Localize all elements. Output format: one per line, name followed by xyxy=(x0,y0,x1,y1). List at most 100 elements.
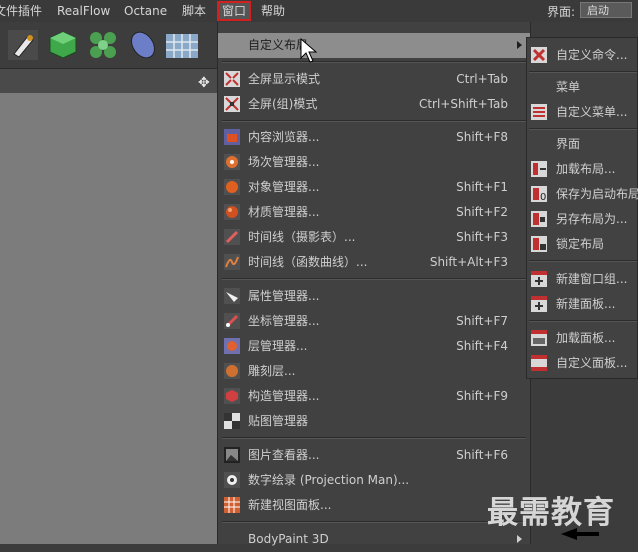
menu-item-label: 数字绘录 (Projection Man)... xyxy=(248,473,410,487)
shortcut-label: Shift+F4 xyxy=(456,339,508,353)
structure-manager-icon xyxy=(224,388,240,404)
viewport[interactable] xyxy=(0,93,218,544)
separator xyxy=(529,320,637,322)
menu-item-label: 属性管理器... xyxy=(248,289,320,303)
menu-item-attribute-manager[interactable]: 属性管理器... xyxy=(218,284,530,309)
shortcut-label: Shift+F7 xyxy=(456,314,508,328)
menu-item-label: 时间线（函数曲线）... xyxy=(248,255,368,269)
submenu-item-lock-layout[interactable]: 锁定布局 xyxy=(527,232,638,257)
menu-item-label: 层管理器... xyxy=(248,339,308,353)
menu-item-texture-manager[interactable]: 贴图管理器 xyxy=(218,409,530,434)
picture-viewer-icon xyxy=(224,447,240,463)
menu-item-label: 全屏(组)模式 xyxy=(248,97,318,111)
submenu-item-custom-panel[interactable]: 自定义面板... xyxy=(527,351,638,376)
menu-script[interactable]: 脚本 xyxy=(182,3,206,19)
projection-man-icon xyxy=(224,472,240,488)
svg-text:0: 0 xyxy=(540,192,546,202)
menu-item-structure-manager[interactable]: 构造管理器... Shift+F9 xyxy=(218,384,530,409)
submenu-item-customize-menus[interactable]: 自定义菜单... xyxy=(527,100,638,125)
menu-item-label: 对象管理器... xyxy=(248,180,320,194)
fullscreen-group-icon xyxy=(224,96,240,112)
shortcut-label: Ctrl+Tab xyxy=(456,72,508,86)
menu-item-label: BodyPaint 3D xyxy=(248,532,329,546)
shortcut-label: Ctrl+Shift+Tab xyxy=(418,97,508,111)
menu-item-projection-man[interactable]: 数字绘录 (Projection Man)... xyxy=(218,468,530,493)
menu-item-label: 新建视图面板... xyxy=(248,498,332,512)
menu-item-label: 时间线（摄影表）... xyxy=(248,230,356,244)
menu-item-label: 自定义布局 xyxy=(248,38,309,52)
cloner-icon[interactable] xyxy=(86,28,120,62)
timeline-fcurve-icon xyxy=(224,254,240,270)
submenu-item-save-startup-layout[interactable]: 0 保存为启动布局 xyxy=(527,182,638,207)
menu-item-new-view-panel[interactable]: 新建视图面板... xyxy=(218,493,530,518)
submenu-item-label: 新建窗口组... xyxy=(556,272,628,286)
deformer-icon[interactable] xyxy=(126,28,160,62)
shortcut-label: Shift+F9 xyxy=(456,389,508,403)
menu-item-timeline-fcurve[interactable]: 时间线（函数曲线）... Shift+Alt+F3 xyxy=(218,250,530,275)
window-menu: 自定义布局 全屏显示模式 Ctrl+Tab 全屏(组)模式 Ctrl+Shift… xyxy=(217,22,531,546)
shortcut-label: Shift+F2 xyxy=(456,205,508,219)
shortcut-label: Shift+F8 xyxy=(456,130,508,144)
menu-item-take-manager[interactable]: 场次管理器... xyxy=(218,150,530,175)
menu-item-fullscreen[interactable]: 全屏显示模式 Ctrl+Tab xyxy=(218,67,530,92)
material-manager-icon xyxy=(224,204,240,220)
menu-item-label: 全屏显示模式 xyxy=(248,72,321,86)
content-browser-icon xyxy=(224,129,240,145)
submenu-item-save-layout-as[interactable]: 另存布局为... xyxy=(527,207,638,232)
menu-item-bodypaint[interactable]: BodyPaint 3D xyxy=(218,527,530,552)
menu-item-custom-layout[interactable]: 自定义布局 xyxy=(218,33,530,58)
menu-item-sculpt-layer[interactable]: 雕刻层... xyxy=(218,359,530,384)
lock-layout-icon xyxy=(531,236,547,252)
move-icon[interactable]: ✥ xyxy=(198,76,212,90)
customize-commands-icon xyxy=(531,47,547,63)
menu-item-label: 坐标管理器... xyxy=(248,314,320,328)
submenu-item-new-window-group[interactable]: 新建窗口组... xyxy=(527,267,638,292)
layout-select[interactable]: 启动 xyxy=(580,2,632,18)
custom-panel-icon xyxy=(531,355,547,371)
menu-item-fullscreen-group[interactable]: 全屏(组)模式 Ctrl+Shift+Tab xyxy=(218,92,530,117)
menu-item-content-browser[interactable]: 内容浏览器... Shift+F8 xyxy=(218,125,530,150)
separator xyxy=(529,128,637,130)
menu-item-coordinate-manager[interactable]: 坐标管理器... Shift+F7 xyxy=(218,309,530,334)
separator xyxy=(222,61,526,63)
menu-plugins[interactable]: 插件 xyxy=(18,3,42,19)
save-layout-as-icon xyxy=(531,211,547,227)
submenu-item-label: 保存为启动布局 xyxy=(556,187,638,201)
texture-manager-icon xyxy=(224,413,240,429)
menu-octane[interactable]: Octane xyxy=(124,3,167,19)
menu-item-object-manager[interactable]: 对象管理器... Shift+F1 xyxy=(218,175,530,200)
custom-layout-submenu: 自定义命令... 菜单 自定义菜单... 界面 加载布局... 0 保存为启动布… xyxy=(526,37,638,379)
submenu-item-load-panel[interactable]: 加载面板... xyxy=(527,326,638,351)
toolbar xyxy=(0,22,218,69)
cube-icon[interactable] xyxy=(46,28,80,62)
viewport-header xyxy=(0,69,218,93)
menu-item-label: 材质管理器... xyxy=(248,205,320,219)
submenu-item-label: 新建面板... xyxy=(556,297,616,311)
menu-item-layer-manager[interactable]: 层管理器... Shift+F4 xyxy=(218,334,530,359)
menu-item-picture-viewer[interactable]: 图片查看器... Shift+F6 xyxy=(218,443,530,468)
menu-help[interactable]: 帮助 xyxy=(261,3,285,19)
menu-realflow[interactable]: RealFlow xyxy=(57,3,110,19)
timeline-dopesheet-icon xyxy=(224,229,240,245)
submenu-item-load-layout[interactable]: 加载布局... xyxy=(527,157,638,182)
new-panel-icon xyxy=(531,296,547,312)
submenu-item-customize-commands[interactable]: 自定义命令... xyxy=(527,43,638,68)
menu-item-material-manager[interactable]: 材质管理器... Shift+F2 xyxy=(218,200,530,225)
submenu-item-new-panel[interactable]: 新建面板... xyxy=(527,292,638,317)
mouse-cursor-icon xyxy=(300,38,318,63)
submenu-item-label: 界面 xyxy=(556,137,581,151)
separator xyxy=(222,278,526,280)
menu-item-label: 图片查看器... xyxy=(248,448,320,462)
floor-icon[interactable] xyxy=(164,28,198,62)
menu-file[interactable]: 文件 xyxy=(0,3,18,19)
separator xyxy=(529,260,637,262)
customize-menus-icon xyxy=(531,104,547,120)
pen-icon[interactable] xyxy=(6,28,40,62)
submenu-item-label: 另存布局为... xyxy=(556,212,628,226)
separator xyxy=(529,71,637,73)
submenu-item-label: 加载布局... xyxy=(556,162,616,176)
shortcut-label: Shift+F3 xyxy=(456,230,508,244)
submenu-item-label: 加载面板... xyxy=(556,331,616,345)
menu-window[interactable]: 窗口 xyxy=(216,1,252,21)
menu-item-timeline-dopesheet[interactable]: 时间线（摄影表）... Shift+F3 xyxy=(218,225,530,250)
